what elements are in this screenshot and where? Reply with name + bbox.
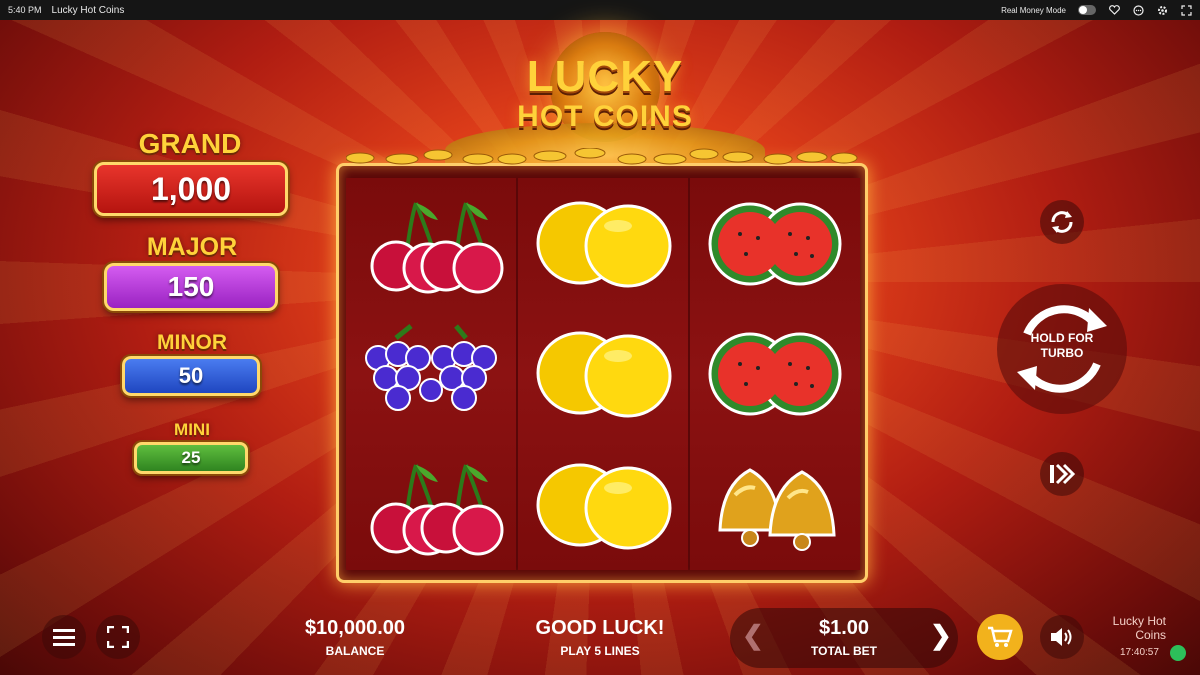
shop-button[interactable] xyxy=(977,614,1023,660)
turbo-label-text: HOLD FOR TURBO xyxy=(1030,331,1094,360)
symbol-cell xyxy=(346,308,516,438)
fullscreen-icon xyxy=(107,626,129,648)
decrease-bet-arrow[interactable]: ❮ xyxy=(742,620,764,651)
jackpot-mini-value: 25 xyxy=(134,442,248,474)
jackpot-minor-value: 50 xyxy=(122,356,260,396)
fast-forward-icon xyxy=(1050,463,1076,485)
jackpot-mini-label: MINI xyxy=(174,420,210,439)
symbol-cell xyxy=(518,440,688,570)
system-title-bar: 5:40 PM Lucky Hot Coins Real Money Mode xyxy=(0,0,1200,20)
symbol-cell xyxy=(346,440,516,570)
grapes-icon xyxy=(365,324,497,411)
hamburger-menu-icon xyxy=(53,629,75,646)
system-time: 5:40 PM xyxy=(8,5,42,15)
balance-value: $10,000.00 xyxy=(304,617,406,639)
jackpot-grand-value: 1,000 xyxy=(94,162,288,216)
total-bet-value: $1.00 xyxy=(818,617,870,639)
speaker-icon xyxy=(1051,628,1072,646)
balance-display: $10,000.00 BALANCE xyxy=(280,617,430,658)
symbol-cell xyxy=(690,178,860,308)
lemons-icon xyxy=(536,201,672,288)
brand-line-1: Lucky Hot xyxy=(1112,614,1166,628)
reel-1 xyxy=(346,178,516,570)
game-brand-label: Lucky Hot Coins xyxy=(1104,614,1166,642)
jackpot-major-label: MAJOR xyxy=(146,233,238,261)
real-money-mode-label: Real Money Mode xyxy=(1001,5,1066,15)
game-logo: LUCKY HOT COINS xyxy=(440,28,770,178)
game-clock: 17:40:57 xyxy=(1120,647,1159,658)
lemons-icon xyxy=(536,331,672,418)
watermelons-icon xyxy=(708,202,842,286)
sound-button[interactable] xyxy=(1040,615,1084,659)
symbol-cell xyxy=(690,308,860,438)
window-title: Lucky Hot Coins xyxy=(51,4,125,16)
autoplay-icon xyxy=(1051,211,1073,233)
watermelons-icon xyxy=(708,332,842,416)
brand-line-2: Coins xyxy=(1135,628,1166,642)
logo-line-2: HOT COINS xyxy=(517,100,693,133)
symbol-cell xyxy=(690,440,860,570)
logo-line-1: LUCKY xyxy=(526,52,684,101)
chat-icon[interactable] xyxy=(1132,4,1144,16)
symbol-cell xyxy=(518,178,688,308)
increase-bet-arrow[interactable]: ❯ xyxy=(930,620,952,651)
jackpot-minor-label: MINOR xyxy=(157,331,227,354)
total-bet-label: TOTAL BET xyxy=(811,644,877,658)
cherries-icon xyxy=(370,464,504,556)
fullscreen-button[interactable] xyxy=(96,615,140,659)
bells-icon xyxy=(718,468,836,551)
symbol-cell xyxy=(346,178,516,308)
jackpot-grand-label: GRAND xyxy=(138,128,242,159)
coin-rail xyxy=(346,148,858,165)
shopping-cart-icon xyxy=(988,626,1013,647)
jackpot-major-value: 150 xyxy=(104,263,278,311)
total-bet-display: $1.00 TOTAL BET xyxy=(784,617,904,658)
real-money-toggle[interactable] xyxy=(1078,5,1096,15)
reel-3 xyxy=(690,178,860,570)
heart-icon[interactable] xyxy=(1108,4,1120,16)
reel-2 xyxy=(518,178,688,570)
menu-button[interactable] xyxy=(42,615,86,659)
play-lines-label: PLAY 5 LINES xyxy=(560,644,640,658)
fast-forward-button[interactable] xyxy=(1040,452,1084,496)
lemons-icon xyxy=(536,463,672,550)
cherries-icon xyxy=(370,202,504,294)
chat-bubble-icon[interactable] xyxy=(1170,645,1186,661)
expand-icon[interactable] xyxy=(1180,4,1192,16)
settings-icon[interactable] xyxy=(1156,4,1168,16)
balance-label: BALANCE xyxy=(325,644,385,658)
symbol-cell xyxy=(518,308,688,438)
hold-for-turbo-label: HOLD FOR TURBO xyxy=(997,331,1127,361)
good-luck-message: GOOD LUCK! xyxy=(535,617,665,639)
message-display: GOOD LUCK! PLAY 5 LINES xyxy=(510,617,690,658)
autoplay-button[interactable] xyxy=(1040,200,1084,244)
spin-turbo-button[interactable]: HOLD FOR TURBO xyxy=(997,284,1127,414)
